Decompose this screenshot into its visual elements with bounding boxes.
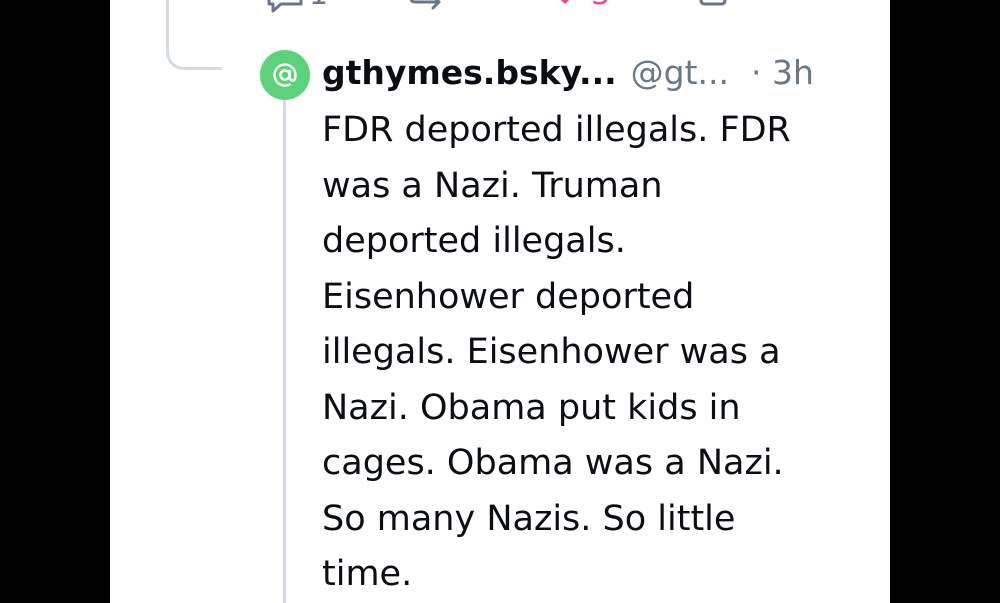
thread-continuation-line	[283, 96, 286, 603]
post-text-line: FDR deported illegals. FDR	[322, 110, 791, 150]
post-text-line: time.	[322, 554, 413, 594]
avatar[interactable]	[260, 50, 310, 100]
post-header: gthymes.bsky... @gt... · 3h	[322, 50, 814, 96]
repost-arrows-icon	[405, 0, 449, 14]
author-display-name[interactable]: gthymes.bsky...	[322, 50, 617, 96]
repost-button[interactable]	[405, 0, 449, 14]
post-text-line: So many Nazis. So little	[322, 498, 736, 539]
post-text-line: deported illegals.	[322, 221, 626, 261]
like-button[interactable]: 3	[545, 0, 610, 14]
share-button[interactable]	[693, 0, 733, 14]
more-options-button[interactable]	[813, 0, 863, 14]
at-sign-icon	[272, 62, 298, 88]
post-text-line: was a Nazi. Truman	[322, 165, 663, 206]
post-text-line: illegals. Eisenhower was a	[322, 332, 781, 372]
reply-count: 1	[309, 0, 328, 10]
parent-post-actions: 1 3	[265, 0, 855, 14]
thread-connector-line	[166, 0, 222, 70]
post-text-line: Nazi. Obama put kids in	[322, 387, 741, 428]
reply-button[interactable]: 1	[265, 0, 328, 14]
speech-bubble-icon	[265, 0, 305, 14]
share-icon	[693, 0, 733, 14]
post-text-line: Eisenhower deported	[322, 276, 695, 317]
ellipsis-icon	[813, 0, 863, 14]
author-handle[interactable]: @gt...	[631, 50, 729, 96]
post-text: FDR deported illegals. FDR was a Nazi. T…	[322, 103, 862, 603]
post-thread-view: 1 3	[110, 0, 890, 603]
post-timestamp[interactable]: · 3h	[751, 50, 814, 96]
heart-icon	[545, 0, 585, 14]
post-text-line: cages. Obama was a Nazi.	[322, 443, 784, 483]
like-count: 3	[591, 0, 610, 10]
